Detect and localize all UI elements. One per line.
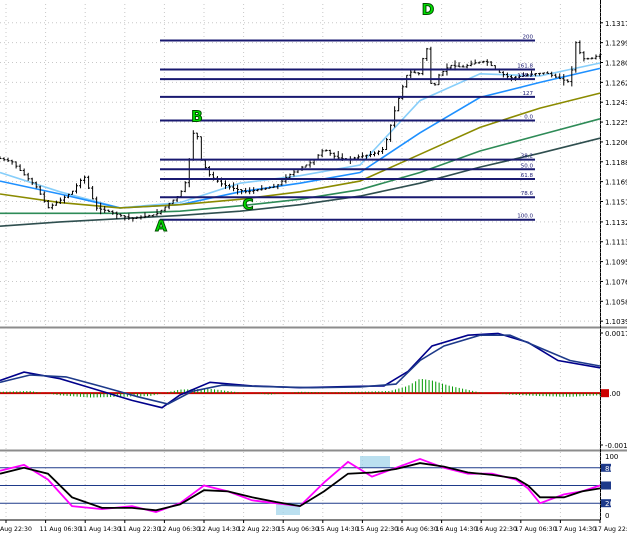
chart-svg: 1.13175 1.12990 1.12805 1.12620 1.12435 1.122… [0,0,627,533]
fib-level-label: 100.0 [517,214,533,220]
price-tick-label: 1.11695 [605,179,627,187]
macd-tick-label: 0.00177 [605,330,627,338]
fib-level-label: 50.0 [521,163,534,169]
stochastic-tick-label: 20 [605,500,614,508]
fib-level-label: 200 [523,34,534,40]
panel-frame-1 [0,4,600,326]
price-tick-label: 1.10765 [605,278,627,286]
time-tick-label: 11 Aug 22:30 [119,526,161,533]
time-tick-label: 16 Aug 14:30 [436,526,478,533]
time-tick-label: 15 Aug 22:30 [356,526,398,533]
price-tick-label: 1.10950 [605,259,627,267]
stochastic-level-marker [601,481,611,490]
time-tick-label: Aug 22:30 [0,526,32,533]
time-tick-label: 12 Aug 22:30 [238,526,280,533]
macd-tick-label: -0.00154 [605,442,627,450]
fib-level-label: 127 [523,91,534,97]
time-tick-label: 16 Aug 22:30 [475,526,517,533]
time-tick-label: 11 Aug 06:30 [40,526,82,533]
trading-chart: 1.13175 1.12990 1.12805 1.12620 1.12435 1.122… [0,0,627,535]
panel-frame-2 [0,329,600,449]
stochastic-highlight-zone [360,456,390,468]
price-tick-label: 1.11510 [605,198,627,206]
time-tick-label: 12 Aug 14:30 [198,526,240,533]
time-tick-label: 15 Aug 14:30 [317,526,359,533]
price-tick-label: 1.12065 [605,139,627,147]
price-tick-label: 1.11880 [605,159,627,167]
fib-level-label: 0.0 [524,114,533,120]
pattern-point-B: B [191,108,202,126]
time-tick-label: 12 Aug 06:30 [158,526,200,533]
price-tick-label: 1.11135 [605,239,627,247]
price-tick-label: 1.12990 [605,40,627,48]
fib-level-label: 138.2 [517,73,533,79]
price-tick-label: 1.13175 [605,20,627,28]
stochastic-tick-label: 100 [605,453,618,461]
fib-level-label: 38.2 [521,154,533,160]
macd-zero-marker [601,389,609,398]
pattern-point-C: C [242,196,253,214]
time-tick-label: 11 Aug 14:30 [79,526,121,533]
fib-level-label: 61.8 [521,173,534,179]
price-tick-label: 1.12435 [605,99,627,107]
time-tick-label: 16 Aug 06:30 [396,526,438,533]
time-tick-label: 17 Aug 06:30 [515,526,557,533]
time-tick-label: 17 Aug 14:30 [554,526,596,533]
stochastic-tick-label: 80 [605,465,614,473]
price-tick-label: 1.12805 [605,59,627,67]
price-tick-label: 1.12250 [605,119,627,127]
time-tick-label: 17 Aug 22:30 [594,526,627,533]
pattern-point-A: A [155,217,167,235]
price-tick-label: 1.10395 [605,318,627,326]
price-tick-label: 1.12620 [605,79,627,87]
time-tick-label: 15 Aug 06:30 [277,526,319,533]
fib-level-label: 161.8 [517,63,533,69]
fib-level-label: 78.6 [521,191,534,197]
pattern-point-D: D [422,0,434,18]
price-tick-label: 1.11320 [605,219,627,227]
stochastic-tick-label: 0 [605,512,609,520]
price-tick-label: 1.10580 [605,298,627,306]
